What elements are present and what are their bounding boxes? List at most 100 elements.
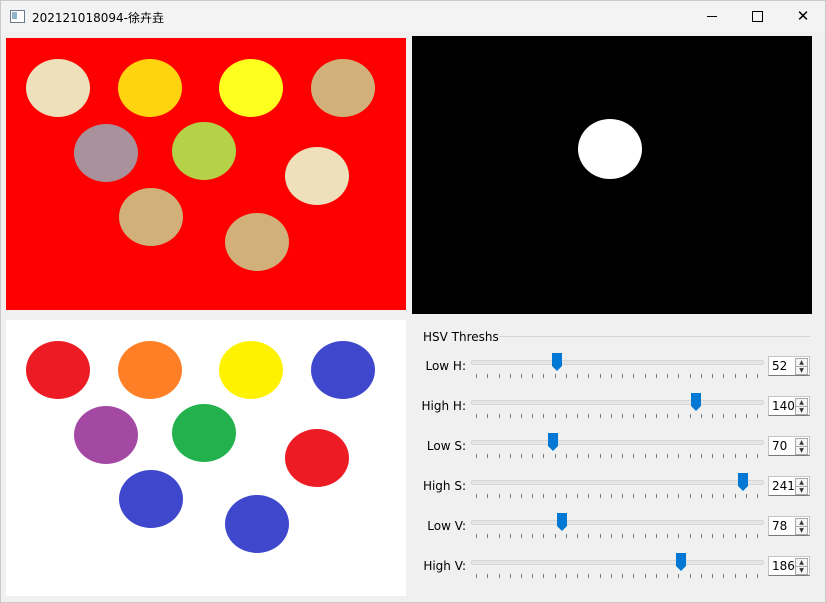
spinbox[interactable]: 78 ▲ ▼ [768, 516, 810, 536]
slider-tick [532, 414, 534, 418]
slider-tick [487, 534, 489, 538]
slider-tick [712, 494, 713, 498]
slider-label: High V: [423, 559, 466, 573]
spin-down-icon[interactable]: ▼ [795, 526, 808, 535]
spinbox-value[interactable]: 241 [772, 479, 795, 493]
slider-tick [712, 574, 713, 578]
slider-tick [565, 374, 567, 378]
slider-tick [565, 454, 567, 458]
hsv-slider-row: Low S: 70 ▲ ▼ [412, 433, 812, 459]
slider-label: High H: [421, 399, 466, 413]
spin-down-icon[interactable]: ▼ [795, 486, 808, 495]
source-circle [74, 124, 138, 182]
slider-tick [532, 494, 534, 498]
slider-handle[interactable] [738, 473, 749, 491]
spin-down-icon[interactable]: ▼ [795, 366, 808, 375]
result-circle [172, 404, 236, 462]
slider-tick [565, 574, 567, 578]
source-circle [119, 188, 183, 246]
slider-tick [554, 534, 556, 538]
spinbox-value[interactable]: 70 [772, 439, 787, 453]
slider-tick [521, 414, 522, 418]
slider-tick [554, 574, 556, 578]
app-icon [10, 10, 25, 23]
slider-tick [543, 374, 545, 378]
slider-tick [745, 574, 747, 578]
spinbox-value[interactable]: 52 [772, 359, 787, 373]
slider-label: Low V: [427, 519, 466, 533]
spinbox[interactable]: 52 ▲ ▼ [768, 356, 810, 376]
slider-track[interactable] [471, 440, 764, 445]
slider-tick [734, 374, 736, 378]
slider-tick [655, 414, 657, 418]
spin-down-icon[interactable]: ▼ [795, 566, 808, 575]
slider-track[interactable] [471, 560, 764, 565]
spinbox-value[interactable]: 78 [772, 519, 787, 533]
spinbox[interactable]: 70 ▲ ▼ [768, 436, 810, 456]
slider-tick [543, 494, 545, 498]
slider-tick [667, 574, 669, 578]
slider-tick [689, 494, 691, 498]
spinbox-value[interactable]: 140 [772, 399, 795, 413]
spinbox[interactable]: 186 ▲ ▼ [768, 556, 810, 576]
slider-tick [633, 414, 635, 418]
spin-down-icon[interactable]: ▼ [795, 406, 808, 415]
slider-tick [565, 534, 567, 538]
slider-tick [745, 494, 747, 498]
spinbox[interactable]: 241 ▲ ▼ [768, 476, 810, 496]
slider-tick [757, 454, 758, 458]
spinbox-value[interactable]: 186 [772, 559, 795, 573]
result-circle [26, 341, 90, 399]
slider-handle[interactable] [691, 393, 702, 411]
slider-handle[interactable] [551, 353, 562, 371]
slider-tick [509, 574, 511, 578]
hsv-slider-row: Low V: 78 ▲ ▼ [412, 513, 812, 539]
slider-handle[interactable] [557, 513, 568, 531]
slider-label: Low H: [425, 359, 466, 373]
title-bar[interactable]: 202121018094-徐卉垚 ✕ [1, 1, 825, 32]
slider-tick [577, 494, 579, 498]
slider-tick [622, 574, 624, 578]
source-circle [225, 213, 289, 271]
slider-ticks [476, 374, 758, 379]
slider-tick [487, 574, 489, 578]
slider-handle[interactable] [547, 433, 558, 451]
slider-track[interactable] [471, 520, 764, 525]
slider-tick [712, 454, 713, 458]
slider-tick [644, 374, 646, 378]
slider-tick [554, 454, 556, 458]
source-circle [172, 122, 236, 180]
mask-blob [578, 119, 642, 179]
slider-tick [678, 534, 680, 538]
slider-track[interactable] [471, 360, 764, 365]
slider-track[interactable] [471, 400, 764, 405]
slider-label: High S: [422, 479, 466, 493]
maximize-button[interactable] [734, 1, 780, 32]
slider-track[interactable] [471, 480, 764, 485]
spin-down-icon[interactable]: ▼ [795, 446, 808, 455]
close-button[interactable]: ✕ [780, 1, 826, 32]
slider-tick [757, 534, 758, 538]
slider-tick [655, 534, 657, 538]
slider-tick [577, 414, 579, 418]
slider-tick [509, 534, 511, 538]
slider-tick [655, 494, 657, 498]
slider-tick [667, 454, 669, 458]
spinbox[interactable]: 140 ▲ ▼ [768, 396, 810, 416]
slider-tick [678, 374, 680, 378]
minimize-button[interactable] [689, 1, 735, 32]
slider-tick [476, 534, 477, 538]
slider-tick [723, 574, 725, 578]
window-title: 202121018094-徐卉垚 [32, 11, 164, 25]
slider-tick [644, 414, 646, 418]
slider-tick [655, 454, 657, 458]
source-circle [26, 59, 90, 117]
slider-tick [577, 454, 579, 458]
result-circle [118, 341, 182, 399]
slider-tick [521, 534, 522, 538]
slider-tick [543, 574, 545, 578]
slider-handle[interactable] [675, 553, 686, 571]
slider-tick [521, 574, 522, 578]
source-circle [219, 59, 283, 117]
slider-tick [509, 454, 511, 458]
